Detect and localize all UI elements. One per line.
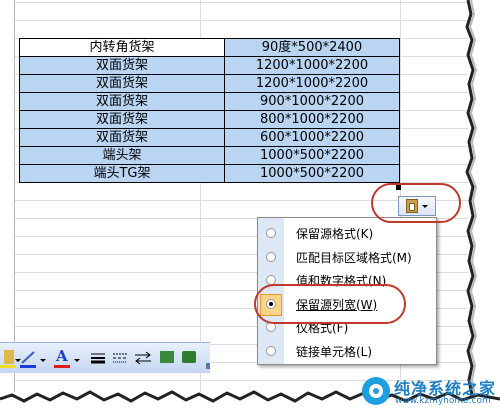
arrow-style-icon[interactable] — [134, 350, 152, 365]
cell-size[interactable]: 1000*500*2200 — [224, 146, 400, 165]
line-color-icon[interactable] — [20, 350, 36, 364]
paste-menu-item-label: 链接单元格(L) — [296, 344, 373, 359]
table-row: 内转角货架 90度*500*2400 — [19, 38, 400, 57]
cell-size[interactable]: 600*1000*2200 — [224, 128, 400, 147]
cell-size[interactable]: 800*1000*2200 — [224, 110, 400, 129]
cell-name[interactable]: 内转角货架 — [19, 38, 225, 57]
cell-name[interactable]: 端头架 — [19, 146, 225, 165]
cell-name[interactable]: 双面货架 — [19, 74, 225, 93]
font-color-swatch — [54, 365, 70, 368]
cell-size[interactable]: 1200*1000*2200 — [224, 74, 400, 93]
highlight-ring-paste-button — [371, 183, 461, 223]
cell-name[interactable]: 双面货架 — [19, 56, 225, 75]
watermark-logo-icon — [362, 377, 390, 405]
radio-icon — [266, 251, 276, 262]
fill-color-icon[interactable] — [4, 350, 14, 364]
table-row: 双面货架 800*1000*2200 — [19, 110, 400, 129]
cell-size[interactable]: 900*1000*2200 — [224, 92, 400, 111]
cell-name[interactable]: 双面货架 — [19, 110, 225, 129]
table-row: 端头架 1000*500*2200 — [19, 146, 400, 165]
cell-name[interactable]: 端头TG架 — [19, 164, 225, 183]
shadow-icon[interactable] — [160, 351, 174, 363]
cell-size[interactable]: 90度*500*2400 — [224, 38, 400, 57]
data-table: 内转角货架 90度*500*2400 双面货架 1200*1000*2200 双面货架 1… — [19, 38, 400, 183]
paste-menu-item[interactable]: 匹配目标区域格式(M) — [258, 247, 436, 269]
watermark-url: www.kzmyhome.com — [395, 396, 491, 406]
line-style-icon[interactable] — [90, 350, 106, 364]
table-row: 双面货架 900*1000*2200 — [19, 92, 400, 111]
table-row: 端头TG架 1000*500*2200 — [19, 164, 400, 183]
watermark: 纯净系统之家 www.kzmyhome.com — [362, 374, 498, 410]
toolbar-options-icon[interactable] — [206, 363, 210, 369]
paste-menu-item-label: 匹配目标区域格式(M) — [296, 250, 412, 265]
row-header-strip — [0, 0, 15, 392]
torn-edge-right — [465, 0, 500, 413]
chevron-down-icon[interactable] — [40, 359, 46, 362]
cell-size[interactable]: 1200*1000*2200 — [224, 56, 400, 75]
radio-icon — [266, 228, 276, 238]
cell-name[interactable]: 双面货架 — [19, 92, 225, 111]
fill-color-swatch — [0, 365, 16, 368]
paste-menu-item-label: 保留源格式(K) — [296, 227, 374, 241]
font-color-icon[interactable]: A — [56, 347, 70, 365]
cell-size[interactable]: 1000*500*2200 — [224, 164, 400, 183]
line-color-swatch — [20, 365, 36, 368]
paste-menu-item[interactable]: 保留源格式(K) — [258, 223, 436, 245]
table-row: 双面货架 600*1000*2200 — [19, 128, 400, 147]
radio-icon — [266, 345, 276, 356]
3d-icon[interactable] — [182, 351, 196, 363]
dash-style-icon[interactable] — [112, 350, 128, 364]
drawing-toolbar: A — [0, 342, 210, 373]
cell-name[interactable]: 双面货架 — [19, 128, 225, 147]
table-row: 双面货架 1200*1000*2200 — [19, 56, 400, 75]
highlight-ring-keep-width — [254, 284, 406, 324]
paste-menu-item[interactable]: 链接单元格(L) — [258, 341, 436, 363]
spreadsheet-sheet: 内转角货架 90度*500*2400 双面货架 1200*1000*2200 双面货架 1… — [0, 0, 500, 413]
table-row: 双面货架 1200*1000*2200 — [19, 74, 400, 93]
chevron-down-icon[interactable] — [74, 359, 80, 362]
